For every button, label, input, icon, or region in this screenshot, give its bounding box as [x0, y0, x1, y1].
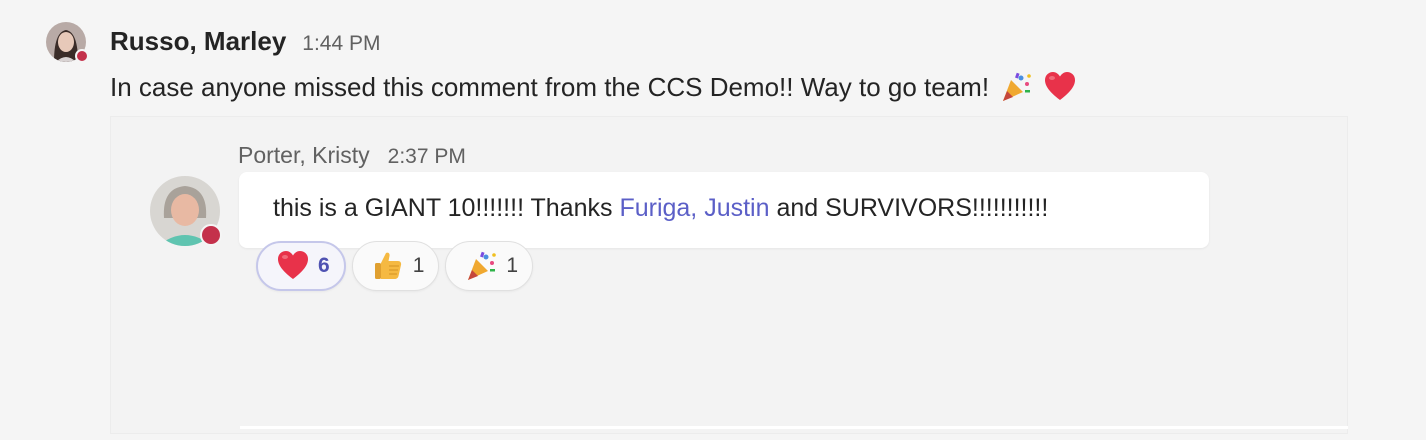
quoted-text-end: and SURVIVORS!!!!!!!!!!! — [769, 194, 1049, 222]
reaction-like-button[interactable]: 1 — [351, 241, 440, 291]
reaction-celebrate-button[interactable]: 1 — [445, 241, 534, 291]
party-popper-icon — [999, 70, 1033, 104]
reaction-heart-button[interactable]: 6 — [256, 241, 346, 291]
quoted-sender-avatar[interactable] — [150, 176, 222, 246]
message-text: In case anyone missed this comment from … — [110, 71, 990, 102]
quoted-timestamp: 2:37 PM — [387, 145, 466, 168]
reaction-count: 6 — [318, 254, 330, 277]
sender-avatar[interactable] — [46, 22, 89, 63]
thumbs-up-icon — [371, 249, 405, 283]
presence-busy-icon — [200, 224, 222, 246]
mention-link[interactable]: Furiga, Justin — [619, 194, 769, 222]
message-timestamp: 1:44 PM — [302, 32, 381, 55]
message-header: Russo, Marley 1:44 PM — [110, 26, 381, 57]
quoted-message-text: this is a GIANT 10!!!!!!! Thanks Furiga,… — [273, 194, 1048, 223]
quoted-card-divider — [240, 426, 1348, 429]
message-body: In case anyone missed this comment from … — [110, 70, 1077, 104]
quoted-message-bubble[interactable]: this is a GIANT 10!!!!!!! Thanks Furiga,… — [239, 172, 1209, 248]
party-popper-icon — [464, 249, 498, 283]
quoted-message-header: Porter, Kristy 2:37 PM — [238, 142, 466, 169]
quoted-text-start: this is a GIANT 10!!!!!!! Thanks — [273, 194, 620, 222]
reaction-count: 1 — [412, 254, 425, 277]
reactions-bar: 6 1 1 — [256, 241, 539, 291]
reaction-count: 1 — [506, 254, 519, 277]
quoted-sender-name[interactable]: Porter, Kristy — [238, 142, 370, 169]
red-heart-icon — [276, 249, 310, 283]
sender-name[interactable]: Russo, Marley — [110, 26, 286, 57]
chat-message-view: Russo, Marley 1:44 PM In case anyone mis… — [0, 0, 1426, 440]
presence-busy-icon — [75, 49, 89, 63]
red-heart-icon — [1043, 70, 1077, 104]
